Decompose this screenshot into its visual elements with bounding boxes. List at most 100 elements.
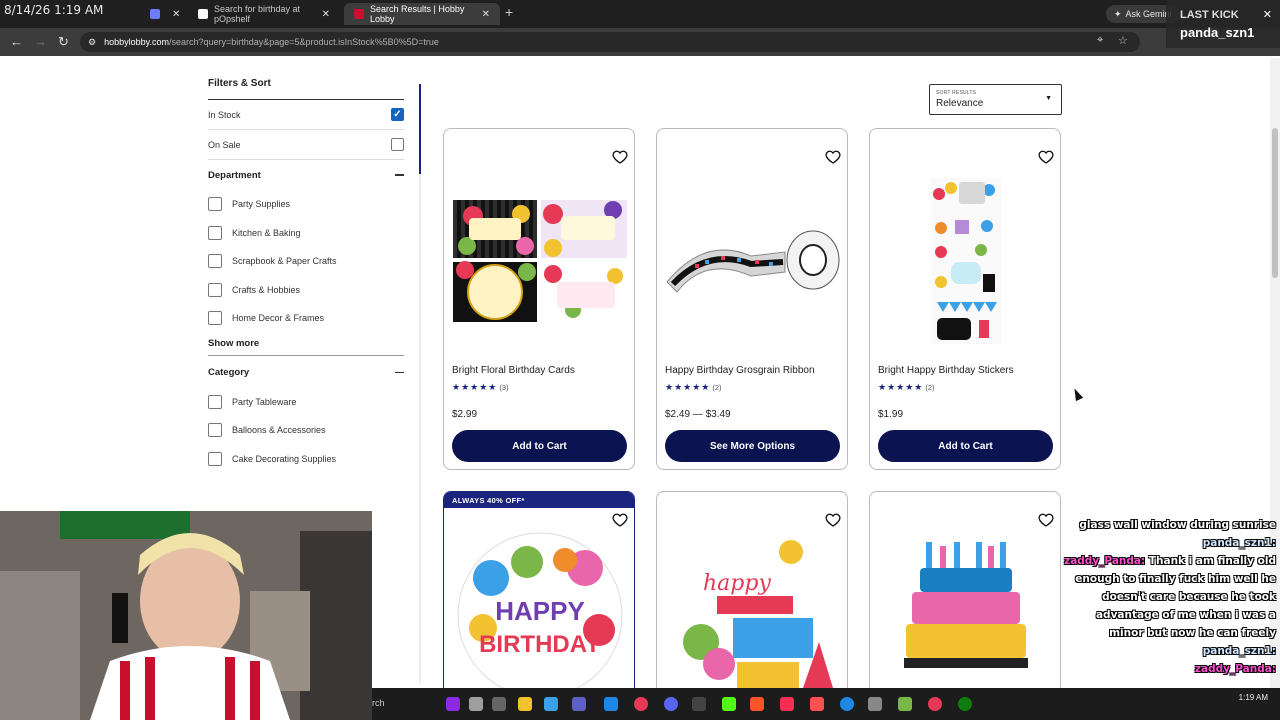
teams-icon[interactable] bbox=[572, 697, 586, 711]
brave-icon[interactable] bbox=[750, 697, 764, 711]
option-checkbox[interactable] bbox=[208, 423, 222, 438]
back-arrow-icon[interactable]: ← bbox=[10, 34, 23, 49]
on-sale-checkbox[interactable] bbox=[391, 138, 404, 151]
department-option[interactable]: Kitchen & Baking bbox=[208, 219, 404, 248]
category-header[interactable]: Category bbox=[208, 358, 404, 388]
see-more-options-button[interactable]: See More Options bbox=[665, 430, 840, 462]
product-card[interactable]: ALWAYS 40% OFF* HAPPY BIRTHDAY bbox=[443, 491, 635, 711]
webcam-overlay bbox=[0, 511, 372, 720]
add-to-cart-button[interactable]: Add to Cart bbox=[878, 430, 1053, 462]
sidebar-scroll-thumb[interactable] bbox=[419, 84, 421, 174]
category-option[interactable]: Cake Decorating Supplies bbox=[208, 445, 404, 474]
department-option[interactable]: Home Decor & Frames bbox=[208, 304, 404, 333]
task-view-icon[interactable] bbox=[492, 697, 506, 711]
wishlist-heart-icon[interactable] bbox=[825, 512, 841, 528]
tab-popshelf[interactable]: Search for birthday at pOpshelf ✕ bbox=[188, 3, 340, 25]
product-name[interactable]: Bright Happy Birthday Stickers bbox=[878, 365, 1014, 376]
bookmark-star-icon[interactable]: ☆ bbox=[1118, 34, 1128, 47]
wishlist-heart-icon[interactable] bbox=[825, 149, 841, 165]
product-image-stickers[interactable] bbox=[878, 175, 1054, 347]
star-rating: ★★★★★ (2) bbox=[878, 382, 935, 392]
help-icon[interactable] bbox=[840, 697, 854, 711]
product-image-floral-cards[interactable] bbox=[452, 175, 628, 347]
product-card[interactable] bbox=[869, 491, 1061, 711]
product-card[interactable]: happy bbox=[656, 491, 848, 711]
product-price: $1.99 bbox=[878, 409, 904, 420]
chrome-icon[interactable] bbox=[634, 697, 648, 711]
category-option[interactable]: Party Tableware bbox=[208, 388, 404, 417]
in-stock-checkbox[interactable]: ✓ bbox=[391, 108, 404, 121]
xbox-icon[interactable] bbox=[958, 697, 972, 711]
app-icon[interactable] bbox=[446, 697, 460, 711]
new-tab-button[interactable]: + bbox=[505, 4, 513, 20]
taskbar-clock[interactable]: 1:19 AM bbox=[1239, 692, 1268, 703]
add-to-cart-button[interactable]: Add to Cart bbox=[452, 430, 627, 462]
department-header[interactable]: Department bbox=[208, 160, 404, 190]
tab-extension[interactable]: ✕ bbox=[140, 3, 182, 25]
obs-icon[interactable] bbox=[928, 697, 942, 711]
option-checkbox[interactable] bbox=[208, 451, 222, 466]
file-explorer-icon[interactable] bbox=[518, 697, 532, 711]
app-icon[interactable] bbox=[868, 697, 882, 711]
collapse-minus-icon[interactable] bbox=[395, 371, 404, 374]
close-icon[interactable]: ✕ bbox=[322, 9, 330, 20]
app-icon[interactable] bbox=[898, 697, 912, 711]
sort-dropdown[interactable]: SORT RESULTS Relevance ▼ bbox=[929, 84, 1062, 115]
option-checkbox[interactable] bbox=[208, 311, 222, 326]
wishlist-heart-icon[interactable] bbox=[1038, 512, 1054, 528]
filter-on-sale[interactable]: On Sale bbox=[208, 130, 404, 160]
page-scroll-thumb[interactable] bbox=[1272, 128, 1278, 278]
product-image-ribbon[interactable] bbox=[665, 175, 841, 347]
wishlist-heart-icon[interactable] bbox=[612, 512, 628, 528]
discord-icon[interactable] bbox=[664, 697, 678, 711]
forward-arrow-icon[interactable]: → bbox=[34, 34, 47, 49]
department-option[interactable]: Crafts & Hobbies bbox=[208, 276, 404, 305]
wishlist-heart-icon[interactable] bbox=[612, 149, 628, 165]
chat-message: zaddy_Panda: bbox=[1062, 660, 1276, 678]
collapse-minus-icon[interactable] bbox=[395, 174, 404, 176]
product-name[interactable]: Bright Floral Birthday Cards bbox=[452, 365, 575, 376]
show-more-link[interactable]: Show more bbox=[208, 333, 404, 355]
product-card[interactable]: Bright Happy Birthday Stickers ★★★★★ (2) … bbox=[869, 128, 1061, 470]
kick-icon[interactable] bbox=[722, 697, 736, 711]
review-count[interactable]: (2) bbox=[925, 383, 934, 392]
wishlist-heart-icon[interactable] bbox=[1038, 149, 1054, 165]
department-option[interactable]: Party Supplies bbox=[208, 190, 404, 219]
option-checkbox[interactable] bbox=[208, 282, 222, 297]
app-icon[interactable] bbox=[692, 697, 706, 711]
option-label: Crafts & Hobbies bbox=[232, 284, 301, 295]
department-option[interactable]: Scrapbook & Paper Crafts bbox=[208, 247, 404, 276]
option-checkbox[interactable] bbox=[208, 254, 222, 269]
review-count[interactable]: (2) bbox=[712, 383, 721, 392]
mouse-cursor-icon bbox=[1070, 386, 1084, 402]
location-icon[interactable]: ⌖ bbox=[1097, 34, 1103, 47]
filter-in-stock[interactable]: In Stock ✓ bbox=[208, 100, 404, 130]
star-rating: ★★★★★ (2) bbox=[665, 382, 722, 392]
close-icon[interactable]: ✕ bbox=[172, 9, 180, 20]
product-image-cake[interactable] bbox=[878, 536, 1054, 676]
close-icon[interactable]: ✕ bbox=[482, 9, 490, 20]
tab-hobbylobby[interactable]: Search Results | Hobby Lobby ✕ bbox=[344, 3, 500, 25]
review-count[interactable]: (3) bbox=[499, 383, 508, 392]
product-card[interactable]: Bright Floral Birthday Cards ★★★★★ (3) $2… bbox=[443, 128, 635, 470]
category-option[interactable]: Balloons & Accessories bbox=[208, 416, 404, 445]
option-checkbox[interactable] bbox=[208, 225, 222, 240]
app-icon[interactable] bbox=[544, 697, 558, 711]
product-card[interactable]: Happy Birthday Grosgrain Ribbon ★★★★★ (2)… bbox=[656, 128, 848, 470]
option-checkbox[interactable] bbox=[208, 394, 222, 409]
music-icon[interactable] bbox=[780, 697, 794, 711]
site-info-icon[interactable]: ⚙ bbox=[88, 37, 96, 48]
reload-icon[interactable]: ↻ bbox=[58, 34, 69, 50]
sidebar-scroll-track[interactable] bbox=[419, 84, 421, 684]
product-image-birthday-cutouts[interactable]: happy bbox=[665, 536, 841, 696]
app-icon[interactable] bbox=[469, 697, 483, 711]
chat-username: panda_szn1: bbox=[1202, 645, 1276, 657]
filters-title: Filters & Sort bbox=[208, 78, 404, 100]
app-icon[interactable] bbox=[604, 697, 618, 711]
address-bar[interactable]: ⚙ hobbylobby.com/search?query=birthday&p… bbox=[80, 32, 1140, 52]
option-checkbox[interactable] bbox=[208, 197, 222, 212]
taskbar-search[interactable]: rch bbox=[372, 688, 436, 720]
product-image-happy-birthday-plate[interactable]: HAPPY BIRTHDAY bbox=[452, 532, 628, 698]
product-name[interactable]: Happy Birthday Grosgrain Ribbon bbox=[665, 365, 815, 376]
app-icon[interactable] bbox=[810, 697, 824, 711]
